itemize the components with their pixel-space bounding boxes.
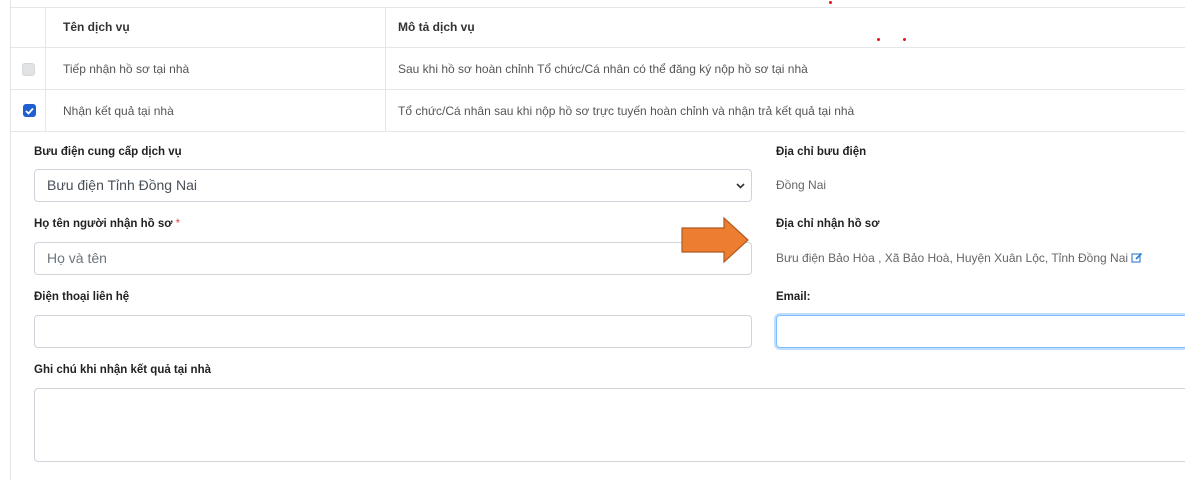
post-address-label: Địa chỉ bưu điện [776, 146, 867, 158]
chevron-down-icon [736, 183, 745, 189]
recipient-name-input[interactable]: Họ và tên [34, 242, 752, 275]
column-header-description: Mô tả dịch vụ [398, 20, 475, 34]
post-office-selected: Bưu điện Tỉnh Đồng Nai [47, 177, 197, 193]
post-address-value: Đồng Nai [776, 178, 827, 192]
service-description: Sau khi hồ sơ hoàn chỉnh Tổ chức/Cá nhân… [398, 62, 808, 76]
recipient-placeholder: Họ và tên [47, 250, 107, 266]
email-input[interactable] [776, 315, 1185, 348]
note-label: Ghi chú khi nhận kết quả tại nhà [34, 364, 211, 376]
phone-label: Điện thoại liên hệ [34, 291, 130, 303]
service-checkbox-checked[interactable] [23, 104, 36, 117]
phone-input[interactable] [34, 315, 752, 348]
service-name: Nhận kết quả tại nhà [63, 103, 174, 118]
orange-arrow-icon [681, 216, 749, 264]
check-icon [25, 107, 34, 115]
table-row: Tiếp nhận hồ sơ tại nhà Sau khi hồ sơ ho… [11, 47, 1185, 90]
note-textarea[interactable] [34, 388, 1185, 462]
post-office-select[interactable]: Bưu điện Tỉnh Đồng Nai [34, 169, 752, 202]
recipient-label: Họ tên người nhận hồ sơ * [34, 218, 181, 230]
service-checkbox-unchecked[interactable] [22, 62, 35, 76]
service-description: Tổ chức/Cá nhân sau khi nộp hồ sơ trực t… [398, 103, 855, 118]
table-row: Nhận kết quả tại nhà Tổ chức/Cá nhân sau… [11, 89, 1185, 132]
edit-icon[interactable] [1131, 252, 1143, 263]
required-mark: * [175, 218, 181, 230]
table-header-row: Tên dịch vụ Mô tả dịch vụ [11, 7, 1185, 47]
email-label: Email: [776, 291, 811, 303]
receive-address-value: Bưu điện Bảo Hòa , Xã Bảo Hoà, Huyện Xuâ… [776, 251, 1129, 265]
service-name: Tiếp nhận hồ sơ tại nhà [63, 62, 190, 76]
receive-address-line: Bưu điện Bảo Hòa , Xã Bảo Hoà, Huyện Xuâ… [776, 251, 1143, 265]
red-dot [829, 1, 832, 4]
column-header-name: Tên dịch vụ [63, 20, 130, 34]
post-office-label: Bưu điện cung cấp dịch vụ [34, 146, 182, 158]
receive-address-label: Địa chỉ nhận hồ sơ [776, 218, 880, 230]
